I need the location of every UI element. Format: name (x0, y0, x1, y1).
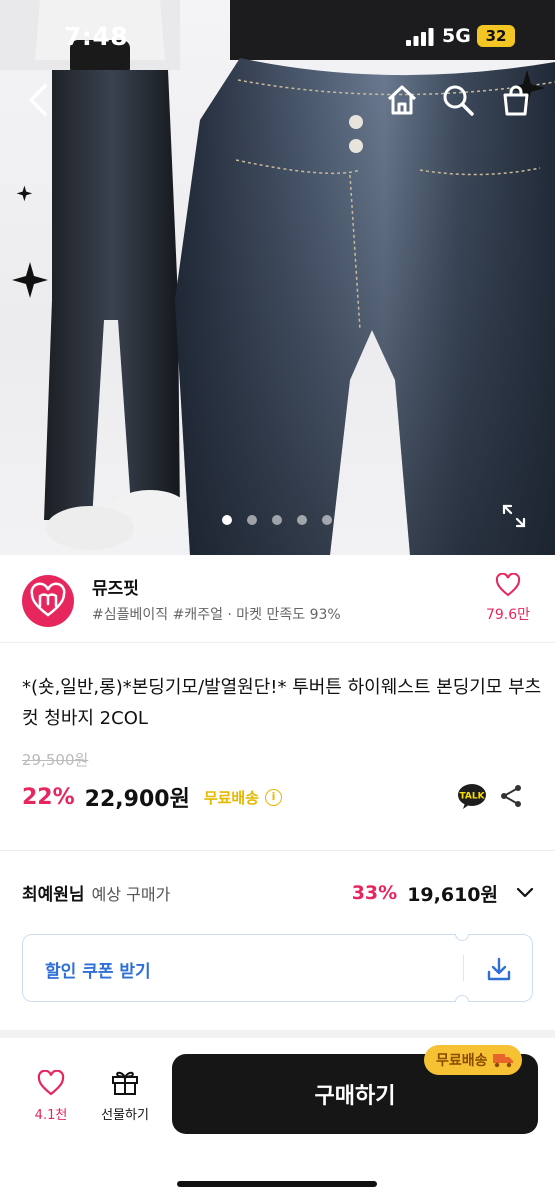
status-time: 7:48 (64, 22, 129, 51)
cart-icon (503, 85, 529, 116)
expected-price-row[interactable]: 최예원님 예상 구매가 33% 19,610원 (22, 880, 534, 910)
heart-icon (495, 572, 521, 597)
product-title: *(숏,일반,롱)*본딩기모/발열원단!* 투버튼 하이웨스트 본딩기모 부츠컷… (22, 677, 542, 729)
network-type: 5G (442, 25, 471, 47)
expected-amount: 19,610원 (407, 883, 498, 906)
kakao-talk-icon[interactable]: TALK (457, 783, 487, 809)
free-shipping-badge-label: 무료배송 (436, 1053, 488, 1069)
original-price: 29,500원 (22, 751, 89, 769)
coupon-separator (463, 955, 464, 981)
download-icon (487, 957, 511, 981)
chevron-down-icon[interactable] (516, 887, 534, 899)
shop-logo-icon (30, 582, 66, 617)
back-button[interactable] (18, 80, 58, 120)
product-image-carousel[interactable]: 7:48 5G 32 (0, 0, 555, 555)
back-icon (29, 84, 47, 116)
status-bar: 7:48 5G 32 (0, 0, 555, 70)
signal-icon (406, 28, 434, 46)
sale-price: 22,900원 (84, 787, 190, 812)
pager-dot (272, 515, 282, 525)
expand-icon[interactable] (501, 503, 527, 529)
expected-price-label: 예상 구매가 (91, 885, 171, 904)
coupon-download-button[interactable]: 할인 쿠폰 받기 (22, 934, 533, 1002)
shop-name[interactable]: 뮤즈핏 (92, 574, 139, 599)
home-button[interactable] (382, 80, 422, 120)
like-count: 4.1천 (34, 1108, 68, 1123)
shop-like-count: 79.6만 (485, 607, 531, 623)
free-shipping-label: 무료배송 (203, 788, 260, 807)
gift-label: 선물하기 (101, 1108, 149, 1123)
free-shipping-badge: 무료배송 (424, 1045, 522, 1075)
coupon-notch-top (455, 934, 469, 941)
shop-tags: #심플베이직 #캐주얼 · 마켓 만족도 93% (92, 607, 341, 623)
expected-discount: 33% (351, 882, 398, 904)
price-row: 22% 22,900원 무료배송 i (22, 781, 283, 813)
search-icon (443, 85, 474, 116)
image-pager (222, 515, 332, 525)
cart-button[interactable] (496, 80, 536, 120)
talk-badge-text: TALK (459, 792, 485, 802)
coupon-label: 할인 쿠폰 받기 (45, 962, 151, 982)
home-icon (387, 85, 417, 115)
info-icon[interactable]: i (265, 788, 283, 806)
coupon-notch-bottom (455, 995, 469, 1002)
like-button[interactable]: 4.1천 (24, 1069, 78, 1123)
pager-dot (222, 515, 232, 525)
section-band (0, 1030, 555, 1038)
pager-dot (322, 515, 332, 525)
user-name: 최예원님 (22, 885, 85, 905)
shop-like-button[interactable]: 79.6만 (480, 572, 536, 624)
gift-icon (112, 1071, 138, 1095)
search-button[interactable] (438, 80, 478, 120)
gift-button[interactable]: 선물하기 (92, 1068, 158, 1123)
share-icon[interactable] (499, 784, 523, 808)
battery-indicator: 32 (477, 25, 515, 47)
shop-row[interactable]: 뮤즈핏 #심플베이직 #캐주얼 · 마켓 만족도 93% 79.6만 (0, 555, 555, 643)
discount-rate: 22% (22, 784, 75, 810)
pager-dot (297, 515, 307, 525)
heart-icon (37, 1069, 65, 1096)
truck-icon (492, 1054, 513, 1068)
home-indicator (177, 1181, 377, 1187)
shop-logo[interactable] (22, 575, 74, 627)
section-divider (0, 850, 555, 851)
pager-dot (247, 515, 257, 525)
